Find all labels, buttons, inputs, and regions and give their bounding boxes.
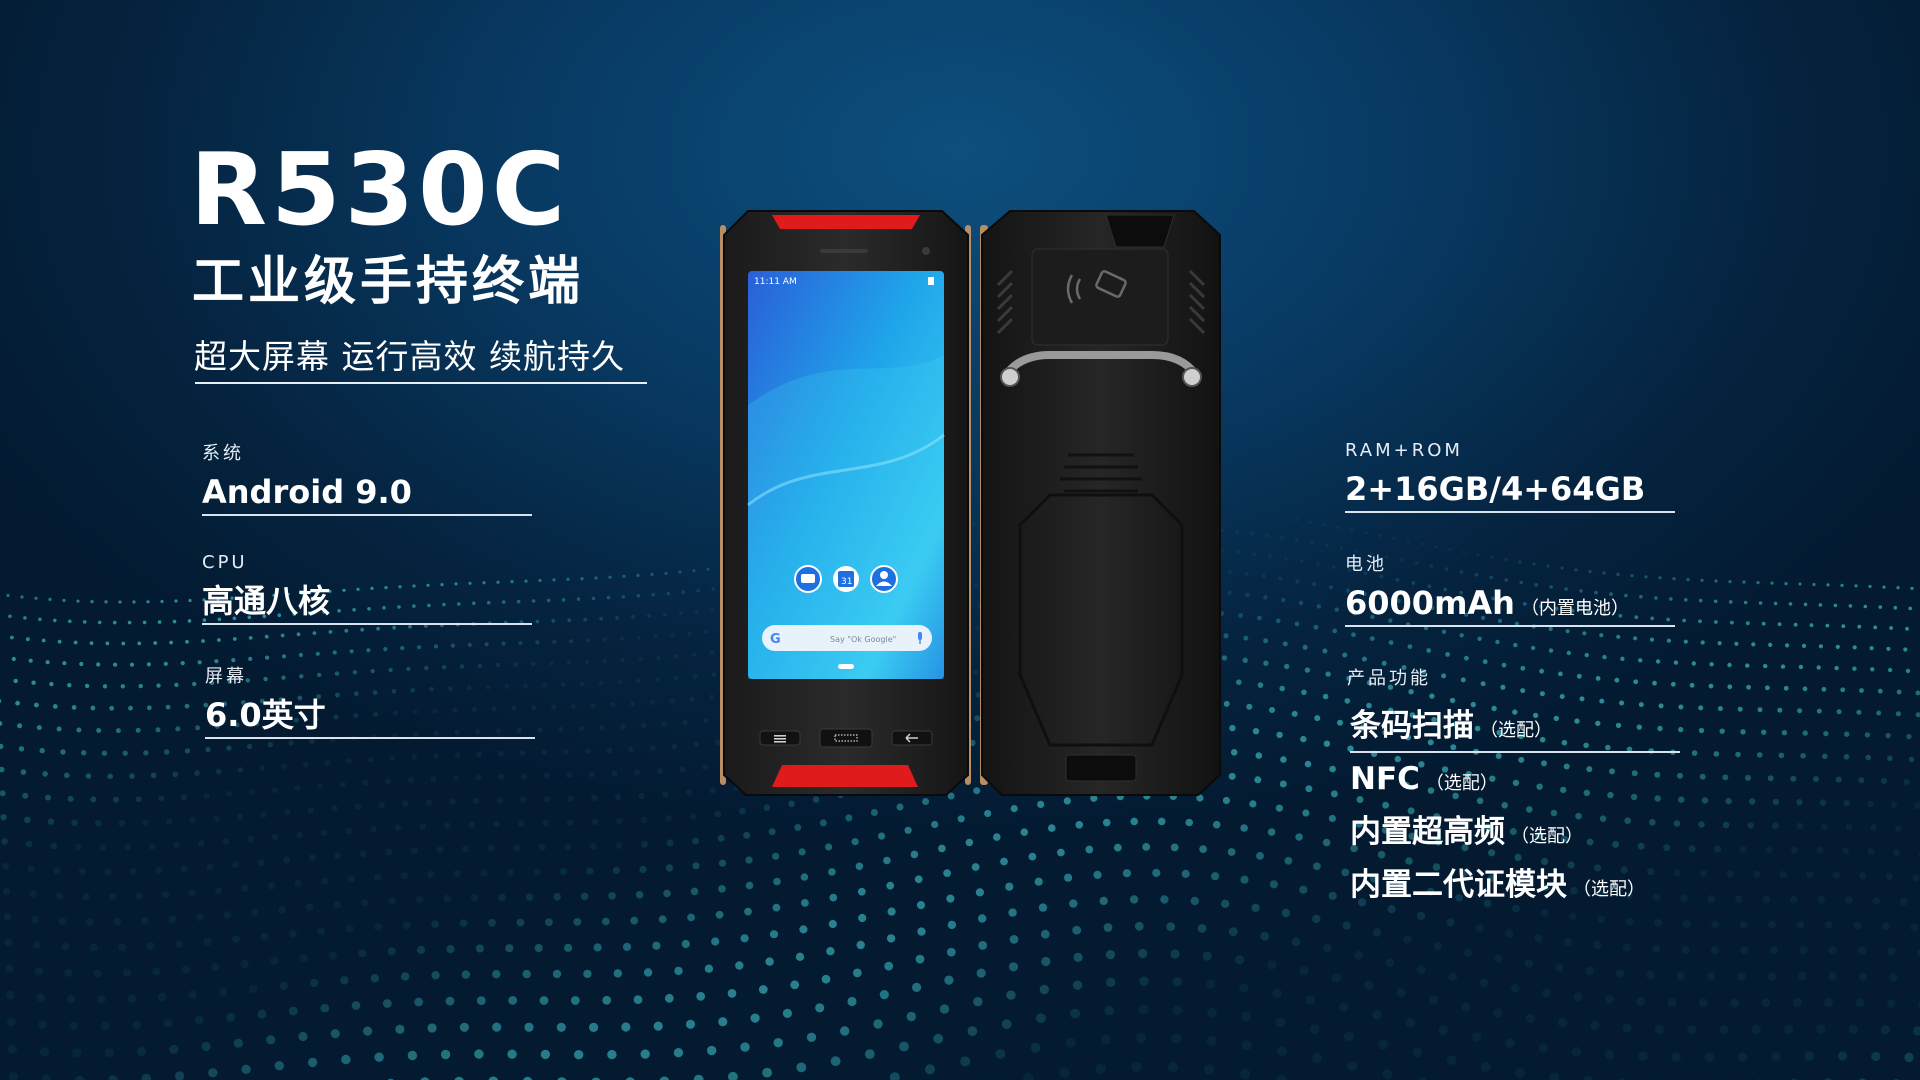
feature-name: 条码扫描 — [1350, 708, 1474, 744]
feature-item: 内置二代证模块 （选配） — [1350, 861, 1680, 914]
status-time: 11:11 AM — [754, 277, 797, 287]
feature-note: （选配） — [1480, 720, 1552, 741]
google-logo: G — [770, 632, 781, 647]
feature-item: 条码扫描 （选配） — [1350, 702, 1680, 755]
calendar-icon: 31 — [833, 566, 859, 592]
feature-note: （选配） — [1511, 826, 1583, 847]
spec-cpu: CPU 高通八核 — [202, 552, 532, 626]
spec-value-note: （内置电池） — [1520, 598, 1629, 619]
spec-label: RAM+ROM — [1345, 440, 1463, 461]
device-back — [980, 210, 1221, 796]
tagline-underline — [195, 382, 647, 384]
spec-divider — [1345, 625, 1675, 628]
device-illustration: 11:11 AM 31 G Say "Ok Google" — [720, 210, 1221, 796]
feature-item: 内置超高频 （选配） — [1350, 808, 1680, 861]
spec-value: 高通八核 — [202, 582, 331, 620]
nfc-area — [1031, 248, 1169, 346]
battery-icon — [928, 277, 934, 285]
spec-value: 2+16GB/4+64GB — [1345, 470, 1675, 508]
menu-key-icon — [759, 730, 801, 746]
spec-divider — [202, 623, 532, 626]
device-front: 11:11 AM 31 G Say "Ok Google" — [720, 210, 971, 796]
spec-divider — [1345, 511, 1675, 514]
spec-screen: 屏幕 6.0英寸 — [205, 666, 535, 740]
feature-name: 内置二代证模块 — [1350, 867, 1567, 903]
product-subtitle: 工业级手持终端 — [192, 252, 585, 312]
spec-features: 产品功能 — [1347, 670, 1677, 688]
bottom-connector — [1065, 754, 1137, 782]
earpiece — [820, 249, 868, 253]
feature-note: （选配） — [1425, 773, 1498, 794]
spec-label: 产品功能 — [1347, 668, 1431, 689]
spec-battery: 电池 6000mAh （内置电池） — [1345, 554, 1675, 628]
feature-item: NFC （选配） — [1350, 755, 1680, 808]
search-hint: Say "Ok Google" — [830, 635, 896, 644]
strap-screw-left — [1000, 367, 1020, 387]
strap-screw-right — [1182, 367, 1202, 387]
spec-label: 屏幕 — [205, 666, 247, 687]
product-tagline: 超大屏幕 运行高效 续航持久 — [194, 337, 625, 376]
bottom-bumper-red — [772, 765, 918, 787]
messages-icon — [794, 565, 822, 593]
feature-list: 条码扫描 （选配） NFC （选配） 内置超高频 （选配） 内置二代证模块 （选配） — [1350, 702, 1680, 914]
spec-value: 6.0英寸 — [205, 696, 326, 734]
front-camera — [922, 247, 930, 255]
calendar-day: 31 — [841, 577, 852, 587]
scanner-window — [1105, 214, 1175, 248]
spec-value: 6000mAh （内置电池） — [1345, 584, 1675, 622]
feature-name: NFC — [1350, 761, 1420, 797]
spec-value-text: 2+16GB/4+64GB — [1345, 470, 1646, 508]
product-model: R530C — [190, 131, 570, 248]
spec-divider — [202, 514, 532, 517]
feature-name: 内置超高频 — [1350, 814, 1505, 850]
spec-value: Android 9.0 — [202, 473, 412, 511]
feature-note: （选配） — [1573, 879, 1645, 900]
spec-label: CPU — [202, 552, 248, 573]
spec-memory: RAM+ROM 2+16GB/4+64GB — [1345, 440, 1675, 514]
home-key-icon — [819, 728, 873, 748]
back-key-icon — [891, 730, 933, 746]
home-indicator — [838, 664, 854, 669]
spec-system: 系统 Android 9.0 — [202, 443, 532, 517]
spec-value-text: 6000mAh — [1345, 584, 1515, 622]
spec-label: 电池 — [1345, 554, 1387, 575]
spec-divider — [205, 737, 535, 740]
contacts-icon — [870, 565, 898, 593]
spec-label: 系统 — [202, 443, 244, 464]
top-bumper-red — [772, 215, 920, 229]
